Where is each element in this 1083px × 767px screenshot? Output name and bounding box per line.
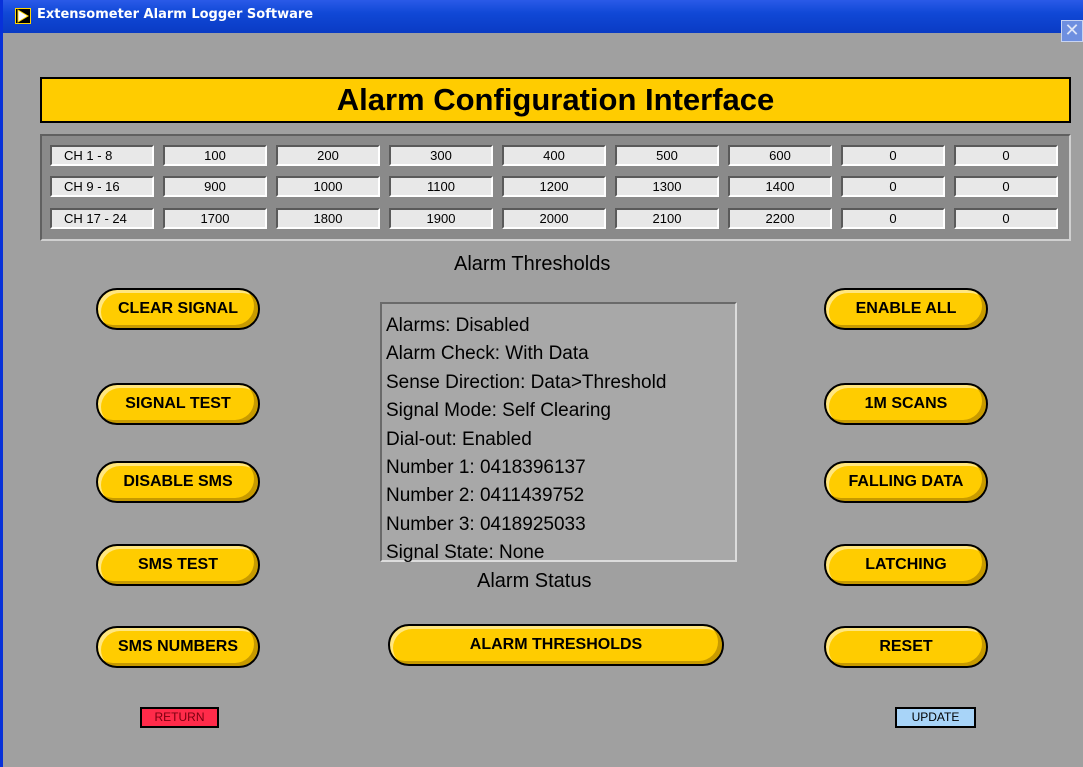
threshold-value-field[interactable]: 2100 <box>615 208 719 229</box>
threshold-value-field[interactable]: 1100 <box>389 176 493 197</box>
status-signal-state: Signal State: None <box>386 542 545 564</box>
status-dial-out: Dial-out: Enabled <box>386 428 532 450</box>
channel-range-label: CH 9 - 16 <box>50 176 154 197</box>
page-banner: Alarm Configuration Interface <box>40 77 1071 123</box>
clear-signal-button[interactable]: CLEAR SIGNAL <box>96 288 260 330</box>
threshold-value-field[interactable]: 100 <box>163 145 267 166</box>
return-button[interactable]: RETURN <box>140 707 219 728</box>
threshold-value-field[interactable]: 400 <box>502 145 606 166</box>
status-signal-mode: Signal Mode: Self Clearing <box>386 400 611 422</box>
disable-sms-button[interactable]: DISABLE SMS <box>96 461 260 503</box>
sms-test-button[interactable]: SMS TEST <box>96 544 260 586</box>
signal-test-button[interactable]: SIGNAL TEST <box>96 383 260 425</box>
channel-range-label: CH 17 - 24 <box>50 208 154 229</box>
alarm-thresholds-button[interactable]: ALARM THRESHOLDS <box>388 624 724 666</box>
status-alarm-check: Alarm Check: With Data <box>386 343 589 365</box>
threshold-value-field[interactable]: 2000 <box>502 208 606 229</box>
alarm-status-display: Alarms: Disabled Alarm Check: With Data … <box>380 302 737 563</box>
threshold-value-field[interactable]: 300 <box>389 145 493 166</box>
status-number-1: Number 1: 0418396137 <box>386 457 586 479</box>
sms-numbers-button[interactable]: SMS NUMBERS <box>96 626 260 668</box>
threshold-value-field[interactable]: 1700 <box>163 208 267 229</box>
threshold-value-field[interactable]: 1000 <box>276 176 380 197</box>
reset-button[interactable]: RESET <box>824 626 988 668</box>
threshold-value-field[interactable]: 2200 <box>728 208 832 229</box>
threshold-value-field[interactable]: 1200 <box>502 176 606 197</box>
status-number-2: Number 2: 0411439752 <box>386 485 585 507</box>
threshold-value-field[interactable]: 0 <box>954 208 1058 229</box>
page-title: Alarm Configuration Interface <box>336 82 775 117</box>
update-button[interactable]: UPDATE <box>895 707 976 728</box>
threshold-value-field[interactable]: 0 <box>954 145 1058 166</box>
threshold-value-field[interactable]: 600 <box>728 145 832 166</box>
app-icon <box>15 8 31 24</box>
threshold-value-field[interactable]: 0 <box>954 176 1058 197</box>
latching-button[interactable]: LATCHING <box>824 544 988 586</box>
threshold-value-field[interactable]: 500 <box>615 145 719 166</box>
enable-all-button[interactable]: ENABLE ALL <box>824 288 988 330</box>
channel-range-label: CH 1 - 8 <box>50 145 154 166</box>
status-alarms: Alarms: Disabled <box>386 315 530 336</box>
status-number-3: Number 3: 0418925033 <box>386 513 586 535</box>
status-caption: Alarm Status <box>477 570 592 592</box>
close-icon[interactable]: ✕ <box>1061 20 1083 42</box>
thresholds-caption: Alarm Thresholds <box>454 253 611 275</box>
threshold-value-field[interactable]: 1300 <box>615 176 719 197</box>
app-window: Extensometer Alarm Logger Software ✕ Ala… <box>0 0 1083 767</box>
falling-data-button[interactable]: FALLING DATA <box>824 461 988 503</box>
threshold-value-field[interactable]: 0 <box>841 176 945 197</box>
threshold-value-field[interactable]: 1400 <box>728 176 832 197</box>
threshold-value-field[interactable]: 900 <box>163 176 267 197</box>
threshold-value-field[interactable]: 1900 <box>389 208 493 229</box>
threshold-value-field[interactable]: 200 <box>276 145 380 166</box>
threshold-value-field[interactable]: 1800 <box>276 208 380 229</box>
threshold-value-field[interactable]: 0 <box>841 145 945 166</box>
status-sense-direction: Sense Direction: Data>Threshold <box>386 371 667 393</box>
1m-scans-button[interactable]: 1M SCANS <box>824 383 988 425</box>
window-title: Extensometer Alarm Logger Software <box>37 7 314 22</box>
title-bar[interactable]: Extensometer Alarm Logger Software <box>3 0 1083 33</box>
threshold-value-field[interactable]: 0 <box>841 208 945 229</box>
